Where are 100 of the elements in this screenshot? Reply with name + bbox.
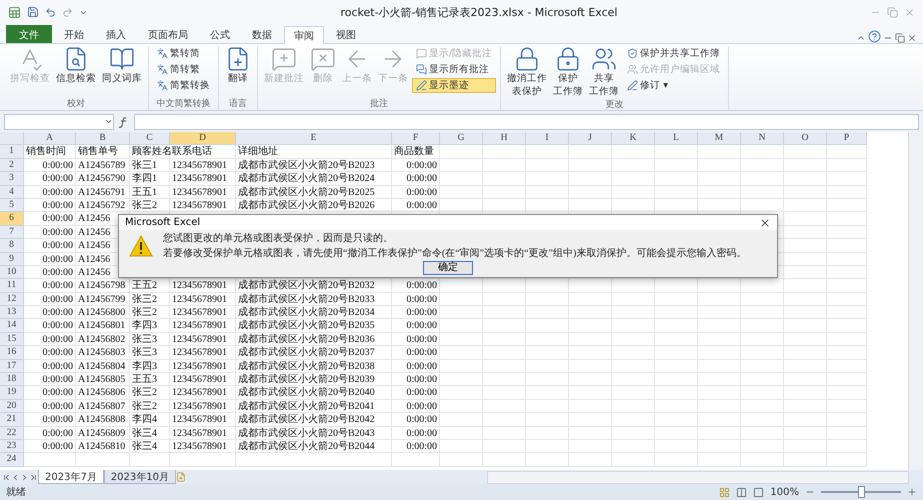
ribbon-button[interactable]: 信息检索 (54, 46, 98, 97)
table-cell: 12345678901 (170, 332, 236, 346)
column-header[interactable]: J (569, 132, 612, 146)
row-header[interactable]: 21 (0, 413, 24, 427)
row-header[interactable]: 7 (0, 226, 24, 240)
ribbon-button[interactable]: 繁转简 (153, 46, 214, 61)
column-header[interactable]: I (526, 132, 569, 146)
sheet-tab[interactable]: 2023年7月 (38, 470, 104, 484)
empty-cell (698, 400, 741, 414)
sheet-tab[interactable]: 2023年10月 (104, 470, 176, 484)
column-header[interactable]: B (76, 132, 130, 146)
column-header[interactable]: F (392, 132, 440, 146)
table-cell: 0:00:00 (392, 172, 440, 186)
comments-icon (416, 64, 427, 75)
ribbon-button[interactable]: 显示所有批注 (412, 62, 496, 77)
row-header[interactable]: 4 (0, 186, 24, 199)
table-cell: 0:00:00 (392, 440, 440, 454)
row-header[interactable]: 2 (0, 158, 24, 172)
row-header[interactable]: 13 (0, 306, 24, 320)
ribbon-button[interactable]: 简繁转换 (153, 78, 214, 93)
ribbon-tab[interactable]: 插入 (96, 25, 136, 43)
column-header[interactable]: A (24, 132, 76, 146)
empty-cell (741, 413, 784, 427)
table-cell: 12345678901 (170, 426, 236, 440)
empty-cell (130, 453, 170, 467)
zoom-in-icon (907, 487, 917, 497)
close-icon (907, 33, 917, 43)
empty-cell (569, 172, 612, 186)
row-header[interactable]: 22 (0, 426, 24, 440)
empty-cell (784, 279, 827, 293)
ribbon-tab[interactable]: 数据 (242, 25, 282, 43)
column-header[interactable]: L (655, 132, 698, 146)
row-header[interactable]: 10 (0, 266, 24, 280)
row-header[interactable]: 18 (0, 373, 24, 386)
row-header[interactable]: 17 (0, 360, 24, 374)
ribbon-button[interactable]: 同义词库 (100, 46, 144, 97)
column-header[interactable]: O (784, 132, 827, 146)
ribbon-tab[interactable]: 视图 (326, 25, 366, 43)
row-header[interactable]: 8 (0, 239, 24, 253)
horizontal-scrollbar[interactable] (487, 470, 909, 484)
row-header[interactable]: 12 (0, 292, 24, 306)
column-header[interactable]: P (827, 132, 867, 146)
table-cell: 12345678901 (170, 373, 236, 386)
column-header[interactable]: G (440, 132, 483, 146)
row-header[interactable]: 9 (0, 252, 24, 266)
row-header[interactable]: 6 (0, 212, 24, 226)
ribbon-tab[interactable]: 开始 (54, 25, 94, 43)
ribbon-tab[interactable]: 页面布局 (138, 25, 198, 43)
empty-cell (569, 332, 612, 346)
column-header[interactable]: D (170, 132, 236, 146)
row-header[interactable]: 15 (0, 332, 24, 346)
empty-cell (698, 172, 741, 186)
formula-input[interactable] (134, 114, 919, 130)
ribbon-button[interactable]: 显示墨迹 (412, 78, 496, 93)
row-header[interactable]: 11 (0, 279, 24, 293)
row-header[interactable]: 14 (0, 319, 24, 333)
ribbon-button[interactable]: 撤消工作 表保护 (505, 46, 550, 98)
empty-cell (526, 386, 569, 400)
ribbon-button[interactable]: 简转繁 (153, 62, 214, 77)
row-header[interactable]: 5 (0, 198, 24, 212)
row-header[interactable]: 16 (0, 346, 24, 360)
table-cell: 0:00:00 (24, 413, 76, 427)
table-cell: A12456801 (76, 319, 130, 333)
ribbon-tab[interactable]: 审阅 (284, 26, 324, 44)
ok-button[interactable]: 确定 (423, 261, 473, 275)
file-tab[interactable]: 文件 (6, 25, 52, 43)
table-cell: A12456803 (76, 346, 130, 360)
row-header[interactable]: 23 (0, 440, 24, 454)
row-header[interactable]: 19 (0, 386, 24, 400)
column-header[interactable]: M (698, 132, 741, 146)
empty-cell (655, 186, 698, 199)
ribbon-button[interactable]: 翻译 (223, 46, 253, 97)
column-header[interactable]: E (236, 132, 392, 146)
comment-delete-icon (310, 46, 336, 72)
ribbon-button[interactable]: 修订 ▾ (623, 78, 724, 93)
empty-cell (612, 373, 655, 386)
column-header[interactable]: C (130, 132, 170, 146)
row-header[interactable]: 3 (0, 172, 24, 186)
ribbon-button[interactable]: 共享 工作簿 (587, 46, 622, 98)
vertical-scrollbar[interactable] (908, 132, 923, 470)
column-header[interactable]: N (741, 132, 784, 146)
column-header[interactable]: K (612, 132, 655, 146)
empty-cell (784, 212, 827, 226)
empty-cell (741, 172, 784, 186)
empty-cell (784, 226, 827, 240)
empty-cell (569, 292, 612, 306)
name-box[interactable] (4, 114, 114, 130)
table-cell: 张三3 (130, 346, 170, 360)
ribbon-button[interactable]: 保护并共享工作簿 (623, 46, 724, 61)
ribbon-tab[interactable]: 公式 (200, 25, 240, 43)
empty-cell (440, 346, 483, 360)
row-header[interactable]: 24 (0, 453, 24, 467)
empty-cell (440, 198, 483, 212)
row-header[interactable]: 20 (0, 400, 24, 414)
column-header[interactable]: H (483, 132, 526, 146)
restore-icon (887, 6, 898, 18)
select-all-corner[interactable] (0, 132, 24, 146)
row-header[interactable]: 1 (0, 145, 24, 159)
table-cell: 李四1 (130, 172, 170, 186)
ribbon-button[interactable]: 保护 工作簿 (551, 46, 586, 98)
